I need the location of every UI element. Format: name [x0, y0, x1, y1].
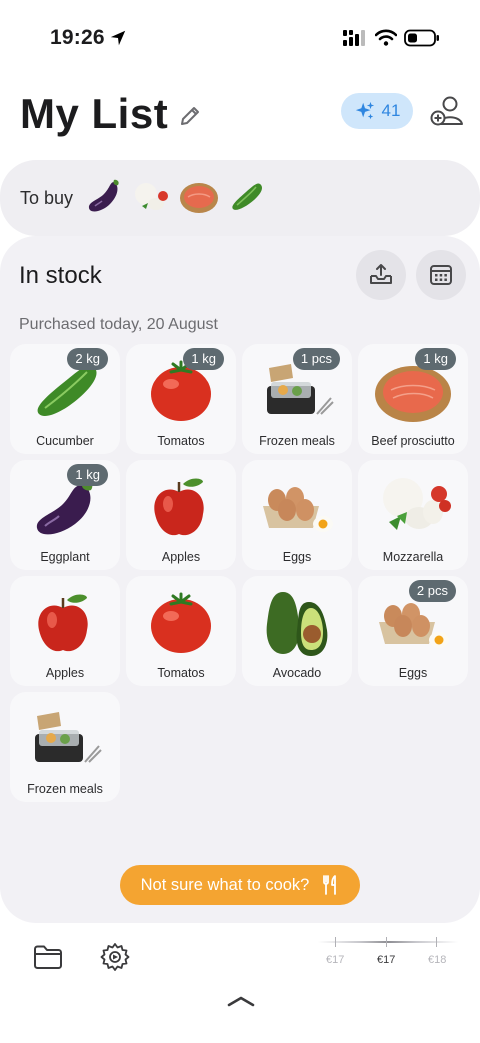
frozen-meal-icon: [35, 712, 102, 763]
share-tray-icon: [370, 264, 392, 284]
stock-item-apples[interactable]: Apples: [10, 576, 120, 686]
price-label: €17: [326, 954, 345, 966]
item-name: Tomatos: [157, 434, 205, 448]
eggs-icon: [263, 487, 333, 532]
cellular-signal-icon: [343, 30, 365, 46]
share-button[interactable]: [356, 250, 406, 300]
location-arrow-icon: [110, 30, 126, 46]
chevron-up-icon[interactable]: [226, 994, 256, 1008]
fork-knife-icon: [323, 875, 337, 895]
to-buy-label: To buy: [20, 188, 74, 208]
item-name: Cucumber: [36, 434, 94, 448]
price-label: €18: [428, 954, 447, 966]
price-scale-line: [318, 941, 458, 943]
quantity-badge: 1 kg: [415, 348, 456, 370]
stock-item-eggs[interactable]: Eggs: [242, 460, 352, 570]
quantity-badge: 1 kg: [183, 348, 224, 370]
mozzarella-icon: [135, 183, 168, 210]
stock-item-cucumber[interactable]: 2 kg Cucumber: [10, 344, 120, 454]
item-name: Frozen meals: [27, 782, 103, 796]
stock-item-tomatos[interactable]: 1 kg Tomatos: [126, 344, 236, 454]
ai-suggestions-button[interactable]: 41: [341, 93, 413, 129]
prosciutto-icon: [180, 183, 218, 213]
calendar-button[interactable]: [416, 250, 466, 300]
price-scale[interactable]: €17 €17 €18: [318, 937, 458, 971]
add-user-icon[interactable]: [430, 95, 464, 127]
item-name: Frozen meals: [259, 434, 335, 448]
stock-item-frozen-meals[interactable]: 1 pcs Frozen meals: [242, 344, 352, 454]
item-name: Apples: [45, 666, 85, 680]
item-name: Eggplant: [40, 550, 90, 564]
price-tick: [386, 937, 387, 947]
item-name: Eggs: [398, 666, 428, 680]
status-time: 19:26: [50, 26, 105, 49]
wifi-icon: [375, 29, 397, 46]
quantity-badge: 1 kg: [67, 464, 108, 486]
quantity-badge: 2 pcs: [408, 580, 456, 602]
item-name: Mozzarella: [382, 550, 444, 564]
sparkles-icon: [355, 101, 374, 120]
battery-icon: [404, 29, 439, 47]
item-name: Tomatos: [157, 666, 205, 680]
status-bar: 19:26: [0, 0, 480, 60]
eggplant-icon: [88, 179, 119, 212]
item-name: Beef prosciutto: [371, 434, 455, 448]
folder-icon[interactable]: [33, 944, 63, 970]
ai-count: 41: [381, 101, 401, 120]
quantity-badge: 1 pcs: [292, 348, 340, 370]
calendar-icon: [430, 265, 452, 285]
edit-pencil-icon[interactable]: [178, 104, 202, 128]
apple-icon: [38, 594, 88, 652]
item-name: Eggs: [282, 550, 312, 564]
price-label-current: €17: [377, 954, 396, 966]
apple-icon: [154, 478, 204, 536]
in-stock-heading: In stock: [19, 262, 102, 289]
item-name: Apples: [161, 550, 201, 564]
cook-button-label: Not sure what to cook?: [140, 875, 310, 894]
stock-item-frozen-meals[interactable]: Frozen meals: [10, 692, 120, 802]
gear-icon[interactable]: [100, 942, 130, 972]
avocado-icon: [266, 592, 328, 656]
not-sure-what-to-cook-button[interactable]: Not sure what to cook?: [120, 865, 360, 905]
in-stock-section: In stock Purchased today, 20 August 2 kg…: [0, 236, 480, 923]
quantity-badge: 2 kg: [67, 348, 108, 370]
cucumber-icon: [232, 183, 262, 210]
stock-item-tomatos[interactable]: Tomatos: [126, 576, 236, 686]
stock-item-avocado[interactable]: Avocado: [242, 576, 352, 686]
stock-item-beef-prosciutto[interactable]: 1 kg Beef prosciutto: [358, 344, 468, 454]
stock-item-mozzarella[interactable]: Mozzarella: [358, 460, 468, 570]
stock-item-eggplant[interactable]: 1 kg Eggplant: [10, 460, 120, 570]
stock-item-apples[interactable]: Apples: [126, 460, 236, 570]
page-title: My List: [20, 90, 169, 137]
mozzarella-icon: [383, 478, 451, 530]
purchase-date-label: Purchased today, 20 August: [19, 316, 218, 333]
price-tick: [335, 937, 336, 947]
stock-item-eggs[interactable]: 2 pcs Eggs: [358, 576, 468, 686]
to-buy-section[interactable]: To buy: [0, 160, 480, 236]
item-name: Avocado: [272, 666, 322, 680]
tomato-icon: [151, 592, 211, 653]
price-tick: [436, 937, 437, 947]
